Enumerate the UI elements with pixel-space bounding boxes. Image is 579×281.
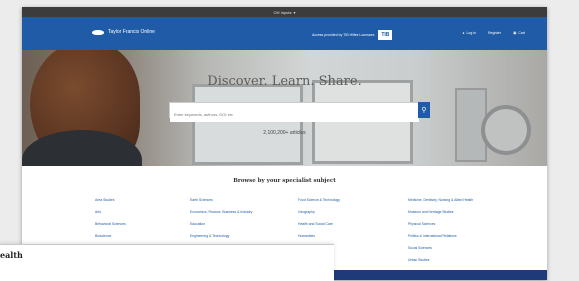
subject-link[interactable]: Area Studies [95, 198, 190, 202]
site-logo[interactable]: Taylor Francis Online [92, 29, 155, 35]
topbar-label[interactable]: OH Inputs [273, 10, 291, 15]
subject-link[interactable]: Health and Social Care [298, 222, 408, 226]
subject-link[interactable]: Medicine, Dentistry, Nursing & Allied He… [408, 198, 518, 202]
subject-link[interactable]: Engineering & Technology [190, 234, 298, 238]
article-count: 2,100,200+ articles [263, 130, 306, 136]
register-link[interactable]: Register [488, 31, 501, 35]
subject-link[interactable]: Geography [298, 210, 408, 214]
cart-icon: ▣ [513, 31, 517, 35]
chevron-down-icon[interactable]: ▾ [294, 10, 296, 15]
subject-link[interactable]: Physical Sciences [408, 222, 518, 226]
subjects-heading: Browse by your specialist subject [233, 178, 336, 184]
access-info: Access provided by TIB Hilfes Lounsses T… [312, 30, 393, 40]
subject-link[interactable]: Humanities [298, 234, 408, 238]
subject-link[interactable]: Economics, Finance, Business & Industry [190, 210, 298, 214]
subject-link[interactable]: Arts [95, 210, 190, 214]
subject-link[interactable]: Museum and Heritage Studies [408, 210, 518, 214]
subject-link[interactable]: Earth Sciences [190, 198, 298, 202]
search-button[interactable]: ⚲ [418, 102, 430, 118]
logo-icon [92, 29, 104, 35]
subject-link[interactable]: Urban Studies [408, 258, 518, 262]
institution-logo: TIB [378, 30, 393, 40]
cart-label[interactable]: Cart [518, 31, 525, 35]
hero-title: Discover. Learn. Share. [207, 74, 362, 89]
subject-link[interactable]: Politics & International Relations [408, 234, 518, 238]
subject-link[interactable]: Social Sciences [408, 246, 518, 250]
overlay-label: ealth [0, 250, 23, 260]
cart-link[interactable]: ▣ Cart [513, 31, 525, 35]
register-label[interactable]: Register [488, 31, 501, 35]
subject-link[interactable]: Bioscience [95, 234, 190, 238]
lab-monitor-image [312, 80, 413, 164]
brand-name: Taylor Francis Online [108, 29, 155, 35]
access-text: Access provided by TIB Hilfes Lounsses [312, 33, 375, 37]
top-bar[interactable]: OH Inputs ▾ [22, 7, 547, 17]
nav-links: ● Log in Register ▣ Cart [462, 31, 525, 35]
login-link[interactable]: ● Log in [462, 31, 476, 35]
search-input[interactable] [170, 107, 419, 122]
search-box[interactable] [169, 102, 420, 122]
search-icon: ⚲ [421, 107, 427, 114]
person-icon: ● [462, 31, 465, 35]
overlay-card: ealth [0, 244, 334, 281]
hero-banner: Discover. Learn. Share. ⚲ 2,100,200+ art… [22, 50, 547, 166]
subject-link[interactable]: Education [190, 222, 298, 226]
subject-link[interactable]: Food Science & Technology [298, 198, 408, 202]
site-navbar: Taylor Francis Online Access provided by… [22, 17, 547, 50]
login-label[interactable]: Log in [466, 31, 476, 35]
browser-page: OH Inputs ▾ Taylor Francis Online Access… [22, 7, 547, 280]
lab-monitor-image [192, 84, 303, 165]
subject-link[interactable]: Behavioral Sciences [95, 222, 190, 226]
